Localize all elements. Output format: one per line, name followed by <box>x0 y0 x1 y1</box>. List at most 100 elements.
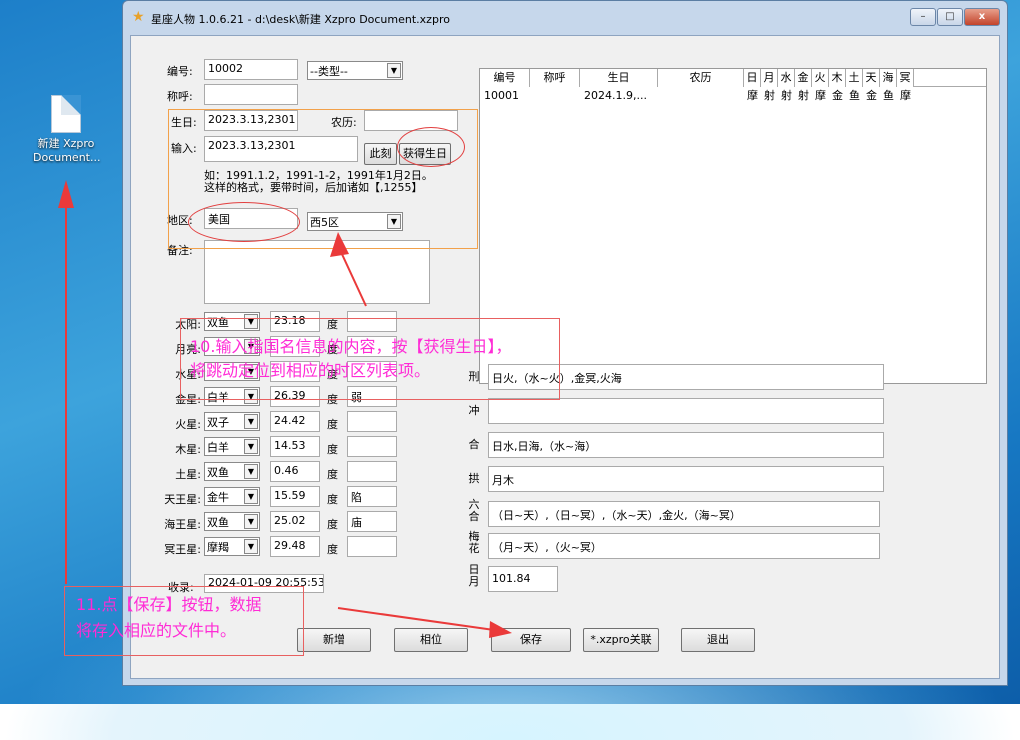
table-header-cell[interactable]: 月 <box>761 69 778 87</box>
birth-label: 生日: <box>171 116 197 129</box>
note-textarea[interactable] <box>204 240 430 304</box>
recorded-field: 2024-01-09 20:55:53 <box>204 574 324 593</box>
planet-dignity-field[interactable]: 弱 <box>347 386 397 407</box>
planet-degree-field[interactable]: 29.48 <box>270 536 320 557</box>
aspect-field[interactable] <box>488 398 884 424</box>
table-header-cell[interactable]: 编号 <box>480 69 530 87</box>
planet-degree-field[interactable]: 25.02 <box>270 511 320 532</box>
close-button[interactable]: x <box>964 8 1000 26</box>
chevron-down-icon[interactable]: ▼ <box>244 314 258 329</box>
chevron-down-icon[interactable]: ▼ <box>387 214 401 229</box>
planet-dignity-field[interactable]: 陷 <box>347 486 397 507</box>
aspect-field[interactable]: 日火,（水~火）,金冥,火海 <box>488 364 884 390</box>
planet-sign-select[interactable]: 双子 ▼ <box>204 412 260 431</box>
aspect-field[interactable]: （月~天）,（火~冥） <box>488 533 880 559</box>
birth-field[interactable]: 2023.3.13,2301 <box>204 110 298 131</box>
chevron-down-icon[interactable]: ▼ <box>387 63 401 78</box>
planet-dignity-field[interactable] <box>347 311 397 332</box>
match-button[interactable]: 相位 <box>394 628 468 652</box>
records-table[interactable]: 编号 称呼 生日 农历日月水金火木土天海冥 10001 2024.1.9,... 摩射射射… <box>479 68 987 384</box>
exit-button[interactable]: 退出 <box>681 628 755 652</box>
timezone-select[interactable]: 西5区 ▼ <box>307 212 403 231</box>
desktop-icon-label-2: Document... <box>33 151 101 164</box>
planet-dignity-field[interactable] <box>347 411 397 432</box>
planet-sign-select[interactable]: 白羊 ▼ <box>204 437 260 456</box>
table-header-cell[interactable]: 水 <box>778 69 795 87</box>
table-header-cell[interactable]: 日 <box>744 69 761 87</box>
chevron-down-icon[interactable]: ▼ <box>244 539 258 554</box>
aspect-field[interactable]: 月木 <box>488 466 884 492</box>
planet-degree-field[interactable]: 26.39 <box>270 386 320 407</box>
planet-dignity-field[interactable] <box>347 336 397 357</box>
planet-degree-field[interactable]: 24.42 <box>270 411 320 432</box>
region-field[interactable]: 美国 <box>204 208 298 229</box>
planet-sign-select[interactable]: 金牛 ▼ <box>204 487 260 506</box>
minimize-button[interactable]: – <box>910 8 936 26</box>
table-cell: 摩 <box>900 89 911 102</box>
planet-degree-field[interactable]: 23.18 <box>270 311 320 332</box>
desktop-file-icon[interactable]: 新建 Xzpro Document... <box>33 95 101 165</box>
lunar-field[interactable] <box>364 110 458 131</box>
maximize-button[interactable]: □ <box>937 8 963 26</box>
table-cell: 摩 <box>815 89 826 102</box>
input-field[interactable]: 2023.3.13,2301 <box>204 136 358 162</box>
chevron-down-icon[interactable]: ▼ <box>244 339 258 354</box>
id-field[interactable]: 10002 <box>204 59 298 80</box>
table-cell: 鱼 <box>849 89 860 102</box>
chevron-down-icon[interactable]: ▼ <box>244 414 258 429</box>
aspect-field[interactable]: 日水,日海,（水~海） <box>488 432 884 458</box>
planet-sign-select[interactable]: 双鱼 ▼ <box>204 512 260 531</box>
title-bar[interactable]: ★ 星座人物 1.0.6.21 - d:\desk\新建 Xzpro Docum… <box>123 1 1007 35</box>
planet-dignity-field[interactable] <box>347 536 397 557</box>
planet-dignity-field[interactable] <box>347 361 397 382</box>
planet-sign-select[interactable]: ▼ <box>204 362 260 381</box>
desktop-icon-label-1: 新建 Xzpro <box>37 137 95 150</box>
new-button[interactable]: 新增 <box>297 628 371 652</box>
planet-degree-field[interactable]: 0.46 <box>270 461 320 482</box>
chevron-down-icon[interactable]: ▼ <box>244 389 258 404</box>
planet-sign-value: 白羊 <box>207 391 229 404</box>
table-header-cell[interactable]: 天 <box>863 69 880 87</box>
table-header-cell[interactable]: 火 <box>812 69 829 87</box>
name-field[interactable] <box>204 84 298 105</box>
id-label: 编号: <box>167 65 193 78</box>
planet-sign-select[interactable]: ▼ <box>204 337 260 356</box>
chevron-down-icon[interactable]: ▼ <box>244 514 258 529</box>
planet-degree-field[interactable]: 14.53 <box>270 436 320 457</box>
get-birthday-button[interactable]: 获得生日 <box>399 143 451 165</box>
planet-degree-field[interactable] <box>270 336 320 357</box>
chevron-down-icon[interactable]: ▼ <box>244 439 258 454</box>
planet-dignity-field[interactable]: 庙 <box>347 511 397 532</box>
table-header: 编号 称呼 生日 农历日月水金火木土天海冥 <box>480 69 986 87</box>
planet-dignity-field[interactable] <box>347 461 397 482</box>
client-area: 编号: 10002 --类型-- ▼ 称呼: 生日: 2023.3.13,230… <box>130 35 1000 679</box>
associate-button[interactable]: *.xzpro关联 <box>583 628 659 652</box>
table-header-cell[interactable]: 木 <box>829 69 846 87</box>
table-header-cell[interactable]: 海 <box>880 69 897 87</box>
table-header-cell[interactable]: 农历 <box>658 69 744 87</box>
planet-sign-select[interactable]: 双鱼 ▼ <box>204 312 260 331</box>
planet-sign-select[interactable]: 双鱼 ▼ <box>204 462 260 481</box>
chevron-down-icon[interactable]: ▼ <box>244 364 258 379</box>
planet-dignity-field[interactable] <box>347 436 397 457</box>
aspect-field[interactable]: 101.84 <box>488 566 558 592</box>
planet-degree-field[interactable] <box>270 361 320 382</box>
table-header-cell[interactable]: 冥 <box>897 69 914 87</box>
lunar-label: 农历: <box>331 116 357 129</box>
table-header-cell[interactable]: 称呼 <box>530 69 580 87</box>
planet-degree-field[interactable]: 15.59 <box>270 486 320 507</box>
chevron-down-icon[interactable]: ▼ <box>244 464 258 479</box>
table-header-cell[interactable]: 生日 <box>580 69 658 87</box>
save-button[interactable]: 保存 <box>491 628 571 652</box>
table-cell: 10001 <box>484 89 519 102</box>
chevron-down-icon[interactable]: ▼ <box>244 489 258 504</box>
planet-sign-select[interactable]: 白羊 ▼ <box>204 387 260 406</box>
planet-sign-value: 白羊 <box>207 441 229 454</box>
aspect-field[interactable]: （日~天）,（日~冥）,（水~天）,金火,（海~冥） <box>488 501 880 527</box>
planet-sign-select[interactable]: 摩羯 ▼ <box>204 537 260 556</box>
type-select[interactable]: --类型-- ▼ <box>307 61 403 80</box>
now-button[interactable]: 此刻 <box>364 143 397 165</box>
table-header-cell[interactable]: 土 <box>846 69 863 87</box>
degree-unit-label: 度 <box>327 468 338 481</box>
table-header-cell[interactable]: 金 <box>795 69 812 87</box>
